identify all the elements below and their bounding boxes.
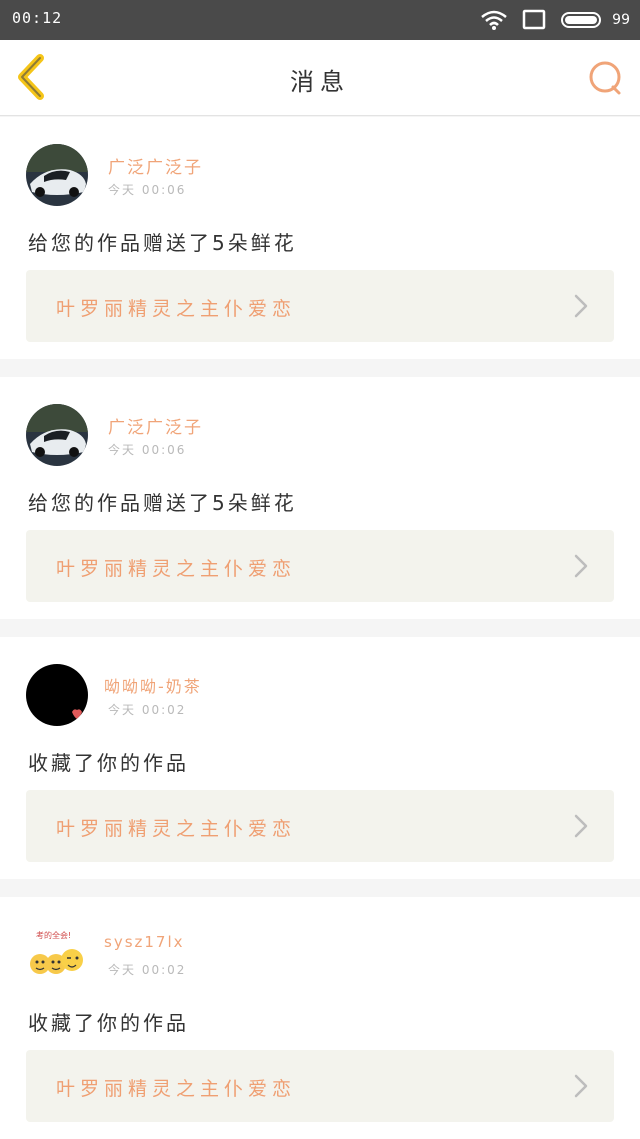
avatar[interactable]: [26, 144, 88, 206]
sender-name[interactable]: 广泛广泛子: [108, 153, 203, 178]
square-icon: [522, 9, 546, 30]
message-card: 广泛广泛子 今天 00:06 给您的作品赠送了5朵鲜花 叶罗丽精灵之主仆爱恋: [0, 377, 640, 619]
work-link[interactable]: 叶罗丽精灵之主仆爱恋: [26, 270, 614, 342]
car-avatar-image: [26, 144, 88, 206]
status-time: 00:12: [12, 9, 63, 27]
avatar[interactable]: 考的全会!: [26, 924, 88, 986]
battery-icon: [561, 12, 602, 28]
search-icon: [589, 61, 621, 95]
page-title: 消息: [290, 68, 350, 96]
avatar-caption: 考的全会!: [36, 930, 71, 940]
message-time: 今天 00:06: [108, 183, 187, 197]
message-text: 收藏了你的作品: [28, 751, 189, 775]
message-card: 考的全会! sysz17lx 今天 00:02 收藏了你的作品 叶罗丽精灵之主仆…: [0, 897, 640, 1139]
chevron-right-icon: [574, 1074, 588, 1098]
black-avatar-image: [26, 664, 88, 726]
avatar[interactable]: [26, 664, 88, 726]
avatar[interactable]: [26, 404, 88, 466]
sender-name[interactable]: sysz17lx: [104, 933, 185, 951]
message-card: 广泛广泛子 今天 00:06 给您的作品赠送了5朵鲜花 叶罗丽精灵之主仆爱恋: [0, 117, 640, 359]
search-button[interactable]: [586, 58, 626, 98]
message-time: 今天 00:02: [108, 963, 187, 977]
work-link[interactable]: 叶罗丽精灵之主仆爱恋: [26, 1050, 614, 1122]
sender-name[interactable]: 呦呦呦-奶茶: [104, 673, 202, 697]
navigation-bar: 消息: [0, 40, 640, 116]
work-link[interactable]: 叶罗丽精灵之主仆爱恋: [26, 790, 614, 862]
message-time: 今天 00:02: [108, 703, 187, 717]
car-avatar-image: [26, 404, 88, 466]
work-title: 叶罗丽精灵之主仆爱恋: [56, 818, 297, 840]
sender-name[interactable]: 广泛广泛子: [108, 413, 203, 438]
chevron-right-icon: [574, 814, 588, 838]
message-card: 呦呦呦-奶茶 今天 00:02 收藏了你的作品 叶罗丽精灵之主仆爱恋: [0, 637, 640, 879]
chevron-right-icon: [574, 554, 588, 578]
status-icons: 99: [480, 8, 630, 32]
work-title: 叶罗丽精灵之主仆爱恋: [56, 298, 297, 320]
status-bar: 00:12 99: [0, 0, 640, 40]
work-title: 叶罗丽精灵之主仆爱恋: [56, 1078, 297, 1100]
battery-level: 99: [612, 12, 630, 28]
message-text: 给您的作品赠送了5朵鲜花: [28, 491, 297, 515]
emoji-avatar-image: 考的全会!: [30, 930, 83, 974]
wifi-icon: [481, 10, 507, 30]
message-time: 今天 00:06: [108, 443, 187, 457]
work-title: 叶罗丽精灵之主仆爱恋: [56, 558, 297, 580]
message-text: 给您的作品赠送了5朵鲜花: [28, 231, 297, 255]
chevron-right-icon: [574, 294, 588, 318]
work-link[interactable]: 叶罗丽精灵之主仆爱恋: [26, 530, 614, 602]
message-text: 收藏了你的作品: [28, 1011, 189, 1035]
